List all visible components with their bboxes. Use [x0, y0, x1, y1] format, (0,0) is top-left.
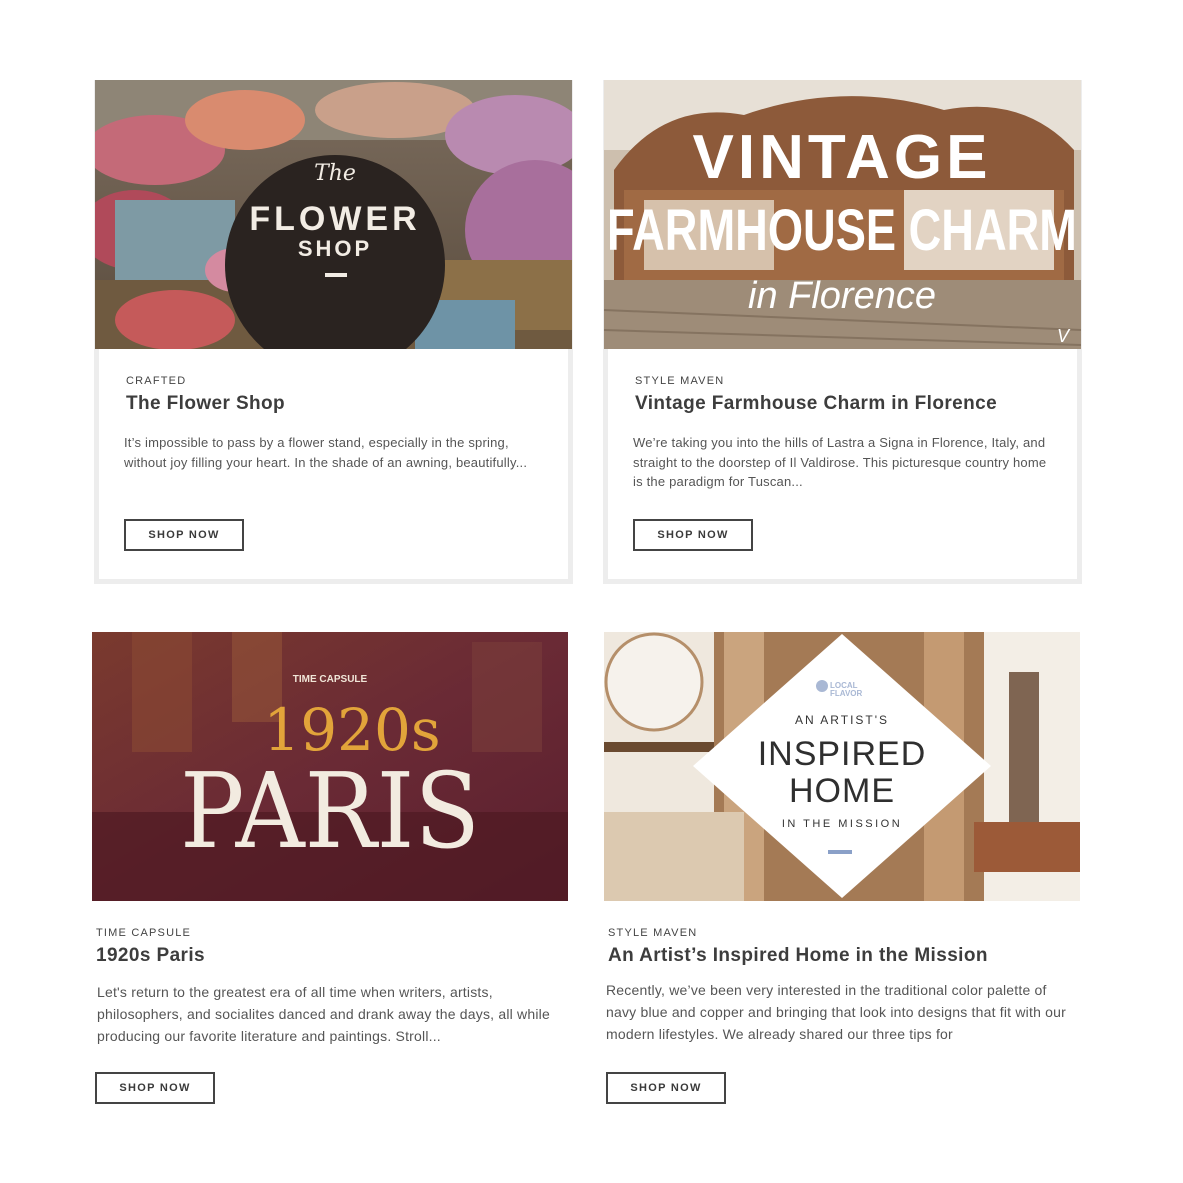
- flower-shop-image-small-text: The: [314, 161, 356, 186]
- card-category: TIME CAPSULE: [96, 927, 192, 939]
- shop-now-button[interactable]: SHOP NOW: [95, 1072, 215, 1104]
- shop-now-button[interactable]: SHOP NOW: [606, 1072, 726, 1104]
- card-excerpt: We’re taking you into the hills of Lastr…: [633, 435, 1047, 489]
- card-title[interactable]: Vintage Farmhouse Charm in Florence: [635, 393, 997, 415]
- card-excerpt: Let's return to the greatest era of all …: [97, 984, 550, 1044]
- home-image-line2: INSPIRED: [758, 735, 927, 773]
- card-title[interactable]: The Flower Shop: [126, 393, 285, 415]
- card-title[interactable]: An Artist’s Inspired Home in the Mission: [608, 945, 988, 967]
- article-card-flower-shop: The FLOWER SHOP CRAFTED The Flower Shop …: [94, 80, 573, 584]
- vintage-image-corner-mark: V: [1057, 326, 1071, 346]
- card-excerpt: Recently, we’ve been very interested in …: [606, 982, 1066, 1042]
- vintage-image-line3: in Florence: [748, 275, 936, 317]
- card-title[interactable]: 1920s Paris: [96, 945, 205, 967]
- flower-shop-image[interactable]: The FLOWER SHOP: [95, 80, 572, 349]
- home-image-line1: AN ARTIST'S: [795, 713, 889, 727]
- artists-home-image[interactable]: LOCAL FLAVOR AN ARTIST'S INSPIRED HOME I…: [604, 632, 1080, 901]
- shop-now-button[interactable]: SHOP NOW: [124, 519, 244, 551]
- paris-image-line2: PARIS: [180, 750, 480, 872]
- article-card-artists-home: LOCAL FLAVOR AN ARTIST'S INSPIRED HOME I…: [604, 632, 1080, 1112]
- home-image-line3: HOME: [789, 772, 895, 810]
- flower-shop-image-line2: SHOP: [298, 236, 372, 261]
- vintage-image-line2: FARMHOUSE CHARM: [607, 198, 1077, 263]
- home-image-line4: IN THE MISSION: [782, 818, 902, 830]
- paris-image-badge: TIME CAPSULE: [293, 674, 368, 685]
- card-category: STYLE MAVEN: [635, 375, 725, 387]
- shop-now-button[interactable]: SHOP NOW: [633, 519, 753, 551]
- card-category: STYLE MAVEN: [608, 927, 698, 939]
- paris-image[interactable]: TIME CAPSULE 1920s PARIS: [92, 632, 568, 901]
- article-card-vintage-farmhouse: VINTAGE FARMHOUSE CHARM in Florence V ST…: [603, 80, 1082, 584]
- home-image-badge-line2: FLAVOR: [830, 689, 863, 698]
- vintage-image-line1: VINTAGE: [693, 123, 992, 192]
- vintage-farmhouse-image[interactable]: VINTAGE FARMHOUSE CHARM in Florence V: [604, 80, 1081, 349]
- article-card-1920s-paris: TIME CAPSULE 1920s PARIS TIME CAPSULE 19…: [92, 632, 568, 1112]
- card-excerpt: It’s impossible to pass by a flower stan…: [124, 435, 528, 470]
- flower-shop-image-line1: FLOWER: [249, 200, 420, 238]
- card-category: CRAFTED: [126, 375, 187, 387]
